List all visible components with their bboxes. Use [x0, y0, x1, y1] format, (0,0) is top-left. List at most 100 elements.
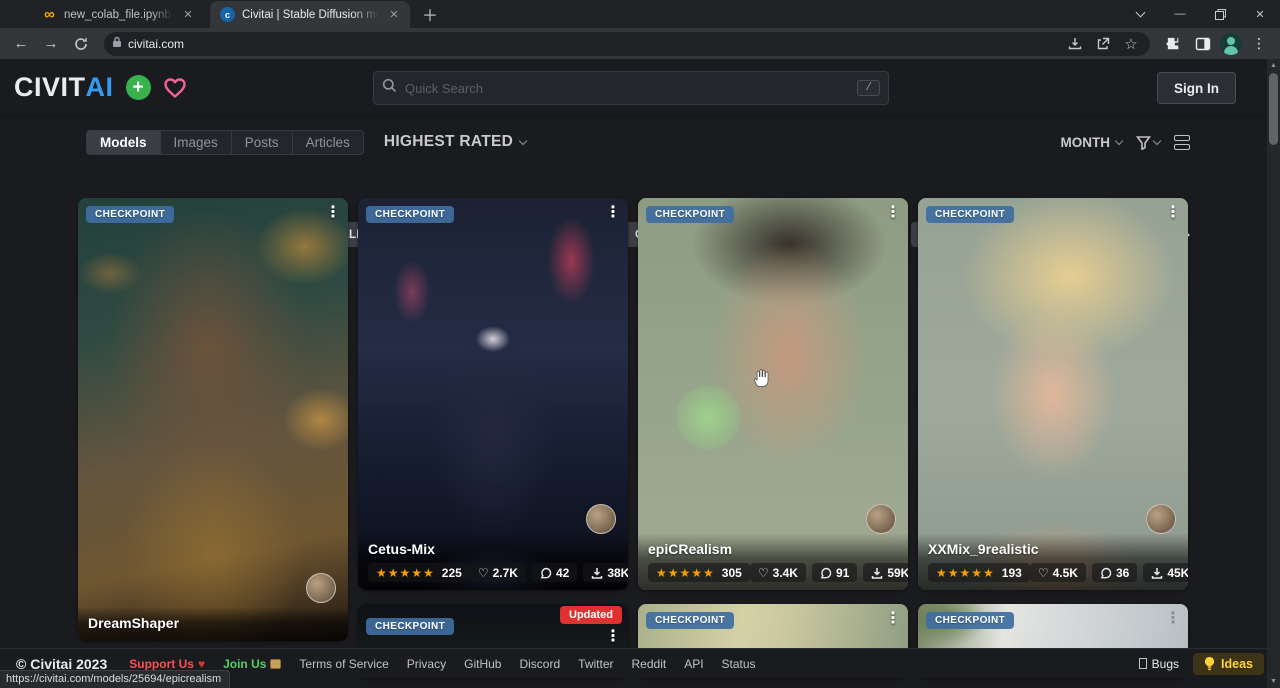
card-menu-kebab-icon[interactable]: ⋮ — [1164, 204, 1182, 222]
page-scrollbar[interactable]: ▲ ▼ — [1267, 59, 1280, 688]
footer-link-terms[interactable]: Terms of Service — [299, 657, 388, 671]
creator-avatar[interactable] — [586, 504, 616, 534]
download-icon — [591, 567, 603, 579]
heart-icon: ♥ — [198, 657, 205, 671]
sign-in-button[interactable]: Sign In — [1157, 72, 1236, 104]
ideas-label: Ideas — [1221, 657, 1253, 671]
card-menu-kebab-icon[interactable]: ⋮ — [604, 204, 622, 222]
footer-link-support-us[interactable]: Support Us ♥ — [129, 657, 205, 671]
rating-count: 225 — [442, 566, 462, 580]
browser-tab-strip: ∞ new_colab_file.ipynb - Colaborat ✕ c C… — [0, 0, 1280, 28]
footer-link-status[interactable]: Status — [722, 657, 756, 671]
browser-menu-kebab-icon[interactable]: ⋮ — [1246, 31, 1272, 57]
tab-title: new_colab_file.ipynb - Colaborat — [64, 9, 173, 21]
link-label: Support Us — [129, 657, 194, 671]
side-panel-icon[interactable] — [1190, 31, 1216, 57]
rating-pill: ★★★★★ 193 — [928, 563, 1030, 582]
model-image — [358, 198, 628, 590]
footer-link-privacy[interactable]: Privacy — [407, 657, 446, 671]
model-card-epicrealism[interactable]: CHECKPOINT ⋮ epiCRealism ★★★★★ 305 ♡3.4K… — [638, 198, 908, 590]
ideas-button[interactable]: Ideas — [1193, 653, 1264, 675]
period-label: MONTH — [1061, 135, 1111, 150]
favorites-heart-icon[interactable] — [163, 77, 187, 99]
comments-count: 91 — [836, 566, 849, 580]
browser-profile-avatar[interactable] — [1220, 33, 1242, 55]
tab-images[interactable]: Images — [161, 131, 232, 154]
card-menu-kebab-icon[interactable]: ⋮ — [1164, 610, 1182, 628]
layout-toggle-icon[interactable] — [1174, 135, 1190, 150]
logo-text-ai: AI — [86, 72, 114, 103]
star-icons: ★★★★★ — [376, 566, 435, 580]
tab-search-icon[interactable] — [1120, 0, 1160, 28]
tab-close-icon[interactable]: ✕ — [386, 7, 402, 23]
scroll-up-icon[interactable]: ▲ — [1267, 59, 1280, 72]
footer-link-twitter[interactable]: Twitter — [578, 657, 613, 671]
footer-link-api[interactable]: API — [684, 657, 703, 671]
creator-avatar[interactable] — [306, 573, 336, 603]
card-menu-kebab-icon[interactable]: ⋮ — [604, 628, 622, 646]
browser-tab-civitai[interactable]: c Civitai | Stable Diffusion models, ✕ — [210, 1, 410, 28]
restore-button[interactable] — [1200, 0, 1240, 28]
star-icons: ★★★★★ — [656, 566, 715, 580]
card-menu-kebab-icon[interactable]: ⋮ — [324, 204, 342, 222]
likes-count: 4.5K — [1053, 566, 1078, 580]
scrollbar-thumb[interactable] — [1269, 73, 1278, 145]
bugs-label: Bugs — [1152, 657, 1179, 671]
creator-avatar[interactable] — [1146, 504, 1176, 534]
updated-badge: Updated — [560, 606, 622, 624]
funnel-icon — [1136, 135, 1151, 150]
install-icon[interactable] — [1064, 33, 1086, 55]
quick-search-input[interactable]: Quick Search / — [373, 71, 889, 105]
address-bar[interactable]: civitai.com ☆ — [104, 32, 1150, 56]
content-nav-row: Models Images Posts Articles HIGHEST RAT… — [86, 127, 1190, 157]
tab-models[interactable]: Models — [87, 131, 161, 154]
model-type-badge: CHECKPOINT — [926, 206, 1014, 223]
model-card-dreamshaper[interactable]: CHECKPOINT ⋮ DreamShaper — [78, 198, 348, 641]
share-icon[interactable] — [1092, 33, 1114, 55]
heart-icon: ♡ — [758, 566, 769, 580]
create-plus-button[interactable]: + — [126, 75, 151, 100]
tab-title: Civitai | Stable Diffusion models, — [242, 9, 379, 21]
civitai-logo[interactable]: CIVITAI — [14, 72, 114, 103]
comment-icon — [820, 567, 832, 579]
model-title: epiCRealism — [648, 541, 898, 557]
window-controls: — ✕ — [1120, 0, 1280, 28]
downloads-count: 45K — [1167, 566, 1188, 580]
model-title: XXMix_9realistic — [928, 541, 1178, 557]
sort-dropdown[interactable]: HIGHEST RATED — [384, 133, 526, 151]
creator-avatar[interactable] — [866, 504, 896, 534]
model-card-xxmix[interactable]: CHECKPOINT ⋮ XXMix_9realistic ★★★★★ 193 … — [918, 198, 1188, 590]
back-icon[interactable]: ← — [8, 31, 34, 57]
tab-posts[interactable]: Posts — [232, 131, 293, 154]
footer-link-join-us[interactable]: Join Us — [223, 657, 281, 671]
sort-label: HIGHEST RATED — [384, 133, 513, 151]
new-tab-button[interactable]: ＋ — [418, 2, 442, 26]
card-stats: ★★★★★ 305 ♡3.4K 91 59K — [648, 563, 898, 582]
scroll-down-icon[interactable]: ▼ — [1267, 675, 1280, 688]
minimize-button[interactable]: — — [1160, 0, 1200, 28]
browser-toolbar: ← → civitai.com ☆ ⋮ — [0, 28, 1280, 59]
model-card-cetus-mix[interactable]: CHECKPOINT ⋮ Cetus-Mix ★★★★★ 225 ♡2.7K 4… — [358, 198, 628, 590]
card-menu-kebab-icon[interactable]: ⋮ — [884, 610, 902, 628]
tab-close-icon[interactable]: ✕ — [180, 7, 196, 23]
footer-link-discord[interactable]: Discord — [519, 657, 560, 671]
footer-link-github[interactable]: GitHub — [464, 657, 501, 671]
bookmark-star-icon[interactable]: ☆ — [1120, 33, 1142, 55]
comments-count: 36 — [1116, 566, 1129, 580]
extensions-puzzle-icon[interactable] — [1160, 31, 1186, 57]
search-shortcut-key: / — [857, 80, 880, 96]
filter-dropdown[interactable] — [1136, 135, 1160, 150]
footer-link-reddit[interactable]: Reddit — [632, 657, 667, 671]
card-stats: ★★★★★ 193 ♡4.5K 36 45K — [928, 563, 1178, 582]
tab-articles[interactable]: Articles — [293, 131, 363, 154]
model-image — [918, 198, 1188, 590]
reload-icon[interactable] — [68, 31, 94, 57]
close-window-button[interactable]: ✕ — [1240, 0, 1280, 28]
search-icon — [382, 78, 397, 98]
period-dropdown[interactable]: MONTH — [1061, 135, 1123, 150]
bugs-link[interactable]: Bugs — [1139, 657, 1179, 671]
card-menu-kebab-icon[interactable]: ⋮ — [884, 204, 902, 222]
browser-tab-colab[interactable]: ∞ new_colab_file.ipynb - Colaborat ✕ — [32, 1, 204, 28]
forward-icon[interactable]: → — [38, 31, 64, 57]
likes-pill: ♡2.7K — [470, 563, 526, 582]
